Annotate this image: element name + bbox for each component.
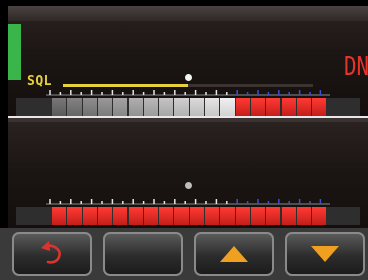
meter-segment <box>235 98 250 116</box>
main-signal-meter <box>16 98 360 116</box>
meter-segment <box>143 207 159 225</box>
meter-segment <box>296 98 312 116</box>
meter-segment <box>52 207 67 225</box>
back-button[interactable] <box>12 232 92 276</box>
meter-segment <box>113 207 128 225</box>
meter-segment <box>250 207 266 225</box>
meter-segment <box>174 98 189 116</box>
down-button[interactable] <box>285 232 365 276</box>
meter-segment <box>128 98 143 116</box>
radio-screen: SQL DN <box>0 0 368 280</box>
meter-segment <box>113 98 128 116</box>
meter-segment <box>52 98 67 116</box>
meter-segment <box>82 207 97 225</box>
meter-segment <box>67 98 82 116</box>
meter-segment <box>174 207 189 225</box>
meter-segment <box>220 98 235 116</box>
meter-segment <box>250 98 266 116</box>
meter-segment <box>205 207 220 225</box>
meter-segment <box>82 98 97 116</box>
up-arrow-icon <box>220 246 248 262</box>
meter-segment <box>189 98 204 116</box>
meter-segment <box>205 98 220 116</box>
meter-segment <box>189 207 204 225</box>
meter-segment <box>97 98 113 116</box>
meter-segment <box>266 207 281 225</box>
meter-segment <box>97 207 113 225</box>
meter-segment <box>220 207 235 225</box>
undo-icon <box>41 241 61 264</box>
up-button[interactable] <box>194 232 274 276</box>
meter-segment <box>281 207 296 225</box>
meter-segment <box>312 98 327 116</box>
meter-segment <box>296 207 312 225</box>
meter-segment <box>312 207 327 225</box>
meter-segment <box>159 207 174 225</box>
meter-segment <box>143 98 159 116</box>
down-arrow-icon <box>311 246 339 262</box>
blank-softkey-button[interactable] <box>103 232 183 276</box>
meter-segment <box>281 98 296 116</box>
meter-segment <box>235 207 250 225</box>
meter-segment <box>159 98 174 116</box>
meter-segment <box>67 207 82 225</box>
meter-segment <box>128 207 143 225</box>
meter-segment <box>266 98 281 116</box>
sub-signal-meter <box>16 207 360 225</box>
